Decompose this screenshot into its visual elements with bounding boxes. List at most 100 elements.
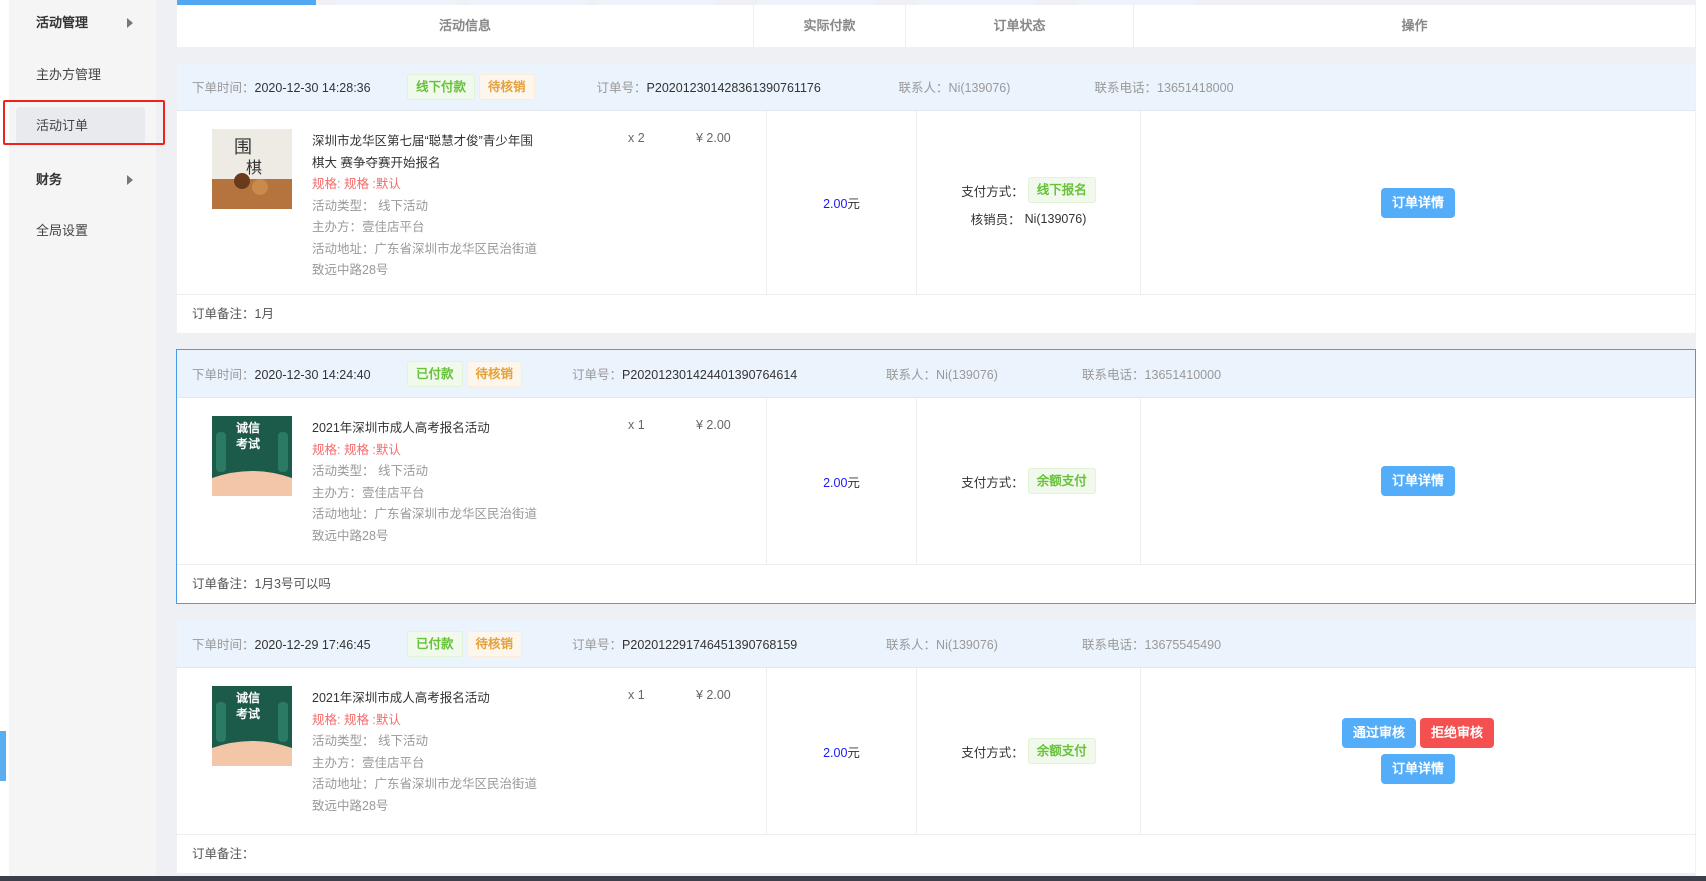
quantity: x 2 (628, 131, 645, 145)
verifier-value: Ni(139076) (1024, 211, 1087, 226)
payment-status-tag: 已付款 (407, 630, 463, 657)
verification-status-tag: 待核销 (466, 360, 523, 387)
sidebar-item-finance[interactable]: 财务 (16, 161, 145, 199)
sidebar: 活动管理 主办方管理 活动订单 财务 全局设置 (0, 0, 165, 876)
caret-right-icon (127, 18, 133, 28)
contact-phone: 联系电话：13651410000 (1082, 368, 1222, 382)
paid-amount: 2.00元 (823, 475, 860, 490)
activity-type: 活动类型： 线下活动 (312, 464, 429, 478)
activity-thumbnail: 诚信考试 (212, 686, 292, 766)
column-header-payment: 实际付款 (754, 5, 906, 47)
payment-method-row: 支付方式： 线下报名 (961, 177, 1096, 203)
contact: 联系人：Ni(139076) (886, 368, 998, 382)
order-time: 下单时间：2020-12-30 14:24:40 (192, 368, 371, 382)
order-body: 诚信 考试 2021年深圳市成人高考报名活动 规格: 规格 :默认 活动类型： 线… (177, 668, 1695, 835)
order-header: 下单时间：2020-12-29 17:46:45 已付款 待核销 订单号：P20… (177, 620, 1695, 668)
sidebar-item-global-settings[interactable]: 全局设置 (16, 212, 145, 250)
quantity: x 1 (628, 688, 645, 702)
taskbar (0, 876, 1706, 881)
unit-price: ¥ 2.00 (696, 688, 731, 702)
activity-info: 深圳市龙华区第七届“聪慧才俊”青少年围棋大 赛争夺赛开始报名 规格: 规格 :默… (312, 131, 542, 282)
sidebar-item-label: 活动管理 (36, 15, 89, 30)
order-status-cell: 支付方式： 余额支付 (917, 668, 1141, 834)
activity-thumbnail: 诚信考试 (212, 416, 292, 496)
activity-host: 主办方：壹佳店平台 (312, 220, 425, 234)
contact: 联系人：Ni(139076) (898, 81, 1011, 95)
paid-amount: 2.00元 (823, 745, 860, 760)
activity-info: 2021年深圳市成人高考报名活动 规格: 规格 :默认 活动类型： 线下活动 主… (312, 688, 542, 817)
activity-address: 活动地址：广东省深圳市龙华区民治街道致远中路28号 (312, 777, 538, 813)
actions-cell: 通过审核 拒绝审核 订单详情 (1141, 668, 1695, 834)
verifier-row: 核销员： Ni(139076) (971, 209, 1087, 228)
actions-cell: 订单详情 (1141, 398, 1695, 564)
quantity: x 1 (628, 418, 645, 432)
activity-spec: 规格: 规格 :默认 (312, 712, 401, 727)
order-header: 下单时间：2020-12-30 14:24:40 已付款 待核销 订单号：P20… (177, 350, 1695, 398)
column-header-activity-info: 活动信息 (177, 5, 754, 47)
column-header-actions: 操作 (1401, 18, 1428, 33)
sidebar-item-activity-management[interactable]: 活动管理 (16, 4, 145, 42)
payment-method-row: 支付方式： 余额支付 (961, 468, 1096, 494)
sidebar-item-label: 全局设置 (36, 223, 89, 238)
payment-method-label: 支付方式： (961, 745, 1024, 760)
order-detail-button[interactable]: 订单详情 (1380, 466, 1455, 496)
verification-status-tag: 待核销 (479, 73, 535, 100)
order-detail-button[interactable]: 订单详情 (1380, 754, 1455, 784)
svg-text:棋: 棋 (246, 159, 262, 177)
svg-text:围: 围 (234, 137, 252, 157)
order-body: 围棋 深圳市龙华区第七届“聪慧才俊”青少年围棋大 赛争夺赛开始报名 规格: 规格… (177, 111, 1695, 295)
order-body: 诚信 考试 2021年深圳市成人高考报名活动 规格: 规格 :默认 活动类型： 线… (177, 398, 1695, 565)
order-card: 下单时间：2020-12-29 17:46:45 已付款 待核销 订单号：P20… (177, 620, 1695, 873)
svg-text:考试: 考试 (236, 436, 260, 451)
order-remark: 订单备注：1月3号可以吗 (192, 577, 331, 591)
activity-host: 主办方：壹佳店平台 (312, 755, 425, 770)
order-time: 下单时间：2020-12-29 17:46:45 (192, 638, 371, 652)
column-header-status: 订单状态 (906, 5, 1134, 47)
caret-right-icon (127, 175, 133, 185)
order-detail-button[interactable]: 订单详情 (1380, 187, 1455, 218)
activity-info-cell: 围棋 深圳市龙华区第七届“聪慧才俊”青少年围棋大 赛争夺赛开始报名 规格: 规格… (177, 111, 767, 294)
actions-cell: 订单详情 (1141, 111, 1695, 294)
payment-status-tag: 线下付款 (407, 73, 476, 100)
svg-text:诚信: 诚信 (236, 690, 260, 705)
svg-text:诚信: 诚信 (236, 420, 260, 435)
activity-info-cell: 诚信 考试 2021年深圳市成人高考报名活动 规格: 规格 :默认 活动类型： 线… (177, 668, 767, 834)
order-time: 下单时间：2020-12-30 14:28:36 (192, 81, 371, 95)
activity-type: 活动类型： 线下活动 (312, 734, 429, 748)
highlight-box (3, 100, 165, 145)
activity-spec: 规格: 规格 :默认 (312, 177, 401, 191)
payment-status-tag: 已付款 (407, 360, 463, 387)
order-number: 订单号：P202012301424401390764614 (572, 368, 798, 382)
sidebar-item-label: 财务 (36, 172, 63, 187)
order-remark: 订单备注： (192, 847, 255, 861)
sidebar-item-host-management[interactable]: 主办方管理 (16, 56, 145, 94)
paid-amount-cell: 2.00元 (767, 668, 917, 834)
verification-status-tag: 待核销 (466, 630, 523, 657)
activity-title[interactable]: 2021年深圳市成人高考报名活动 (312, 688, 542, 710)
order-remark: 订单备注：1月 (192, 307, 274, 321)
contact-phone: 联系电话：13651418000 (1094, 81, 1234, 95)
activity-thumbnail: 围棋 (212, 129, 292, 209)
paid-amount: 2.00元 (823, 197, 860, 211)
activity-title[interactable]: 2021年深圳市成人高考报名活动 (312, 418, 542, 440)
approve-button[interactable]: 通过审核 (1341, 718, 1416, 748)
activity-title[interactable]: 深圳市龙华区第七届“聪慧才俊”青少年围棋大 赛争夺赛开始报名 (312, 131, 542, 174)
reject-button[interactable]: 拒绝审核 (1420, 718, 1495, 748)
order-status-cell: 支付方式： 余额支付 (917, 398, 1141, 564)
order-card: 下单时间：2020-12-30 14:28:36 线下付款 待核销 订单号：P2… (177, 63, 1695, 333)
order-card: 下单时间：2020-12-30 14:24:40 已付款 待核销 订单号：P20… (176, 349, 1696, 604)
payment-method-label: 支付方式： (961, 184, 1024, 199)
unit-price: ¥ 2.00 (696, 418, 731, 432)
activity-address: 活动地址：广东省深圳市龙华区民治街道致远中路28号 (312, 241, 538, 278)
scroll-indicator[interactable] (0, 731, 6, 781)
payment-method-label: 支付方式： (961, 475, 1024, 490)
activity-host: 主办方：壹佳店平台 (312, 485, 425, 500)
paid-amount-cell: 2.00元 (767, 111, 917, 294)
sidebar-item-label: 主办方管理 (36, 67, 102, 82)
payment-method-row: 支付方式： 余额支付 (961, 738, 1096, 764)
activity-info-cell: 诚信 考试 2021年深圳市成人高考报名活动 规格: 规格 :默认 活动类型： 线… (177, 398, 767, 564)
order-number: 订单号：P202012301428361390761176 (596, 81, 821, 95)
contact: 联系人：Ni(139076) (886, 638, 998, 652)
unit-price: ¥ 2.00 (696, 131, 731, 145)
contact-phone: 联系电话：13675545490 (1082, 638, 1222, 652)
